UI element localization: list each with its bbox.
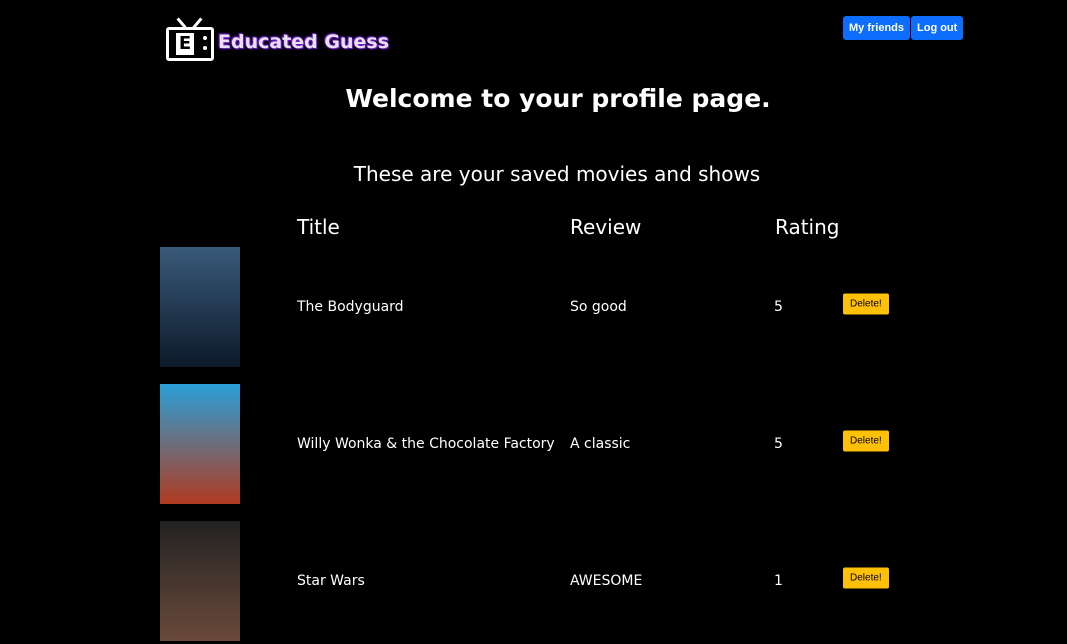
poster-image	[160, 521, 240, 641]
header-rating: Rating	[775, 215, 840, 239]
page-title: Welcome to your profile page.	[345, 84, 771, 113]
delete-button[interactable]: Delete!	[843, 430, 889, 452]
row-rating: 1	[774, 573, 783, 589]
delete-button[interactable]: Delete!	[843, 293, 889, 315]
brand-name: Educated Guess	[218, 31, 389, 53]
table-row: The Bodyguard So good 5 Delete!	[160, 247, 920, 367]
row-title: Star Wars	[297, 573, 365, 589]
tv-icon: E	[166, 15, 214, 61]
row-review: AWESOME	[570, 573, 643, 589]
brand-logo[interactable]: E Educated Guess	[166, 15, 389, 61]
row-title: Willy Wonka & the Chocolate Factory	[297, 436, 555, 452]
logout-button[interactable]: Log out	[911, 16, 964, 40]
header-title: Title	[297, 215, 340, 239]
row-title: The Bodyguard	[297, 299, 404, 315]
table-row: Star Wars AWESOME 1 Delete!	[160, 521, 920, 641]
page-subtitle: These are your saved movies and shows	[353, 162, 761, 186]
row-review: So good	[570, 299, 627, 315]
my-friends-button[interactable]: My friends	[843, 16, 911, 40]
poster-image	[160, 247, 240, 367]
poster-image	[160, 384, 240, 504]
table-row: Willy Wonka & the Chocolate Factory A cl…	[160, 384, 920, 504]
row-rating: 5	[774, 299, 783, 315]
row-rating: 5	[774, 436, 783, 452]
logo-letter: E	[176, 33, 194, 55]
header-review: Review	[570, 215, 642, 239]
row-review: A classic	[570, 436, 631, 452]
delete-button[interactable]: Delete!	[843, 567, 889, 589]
